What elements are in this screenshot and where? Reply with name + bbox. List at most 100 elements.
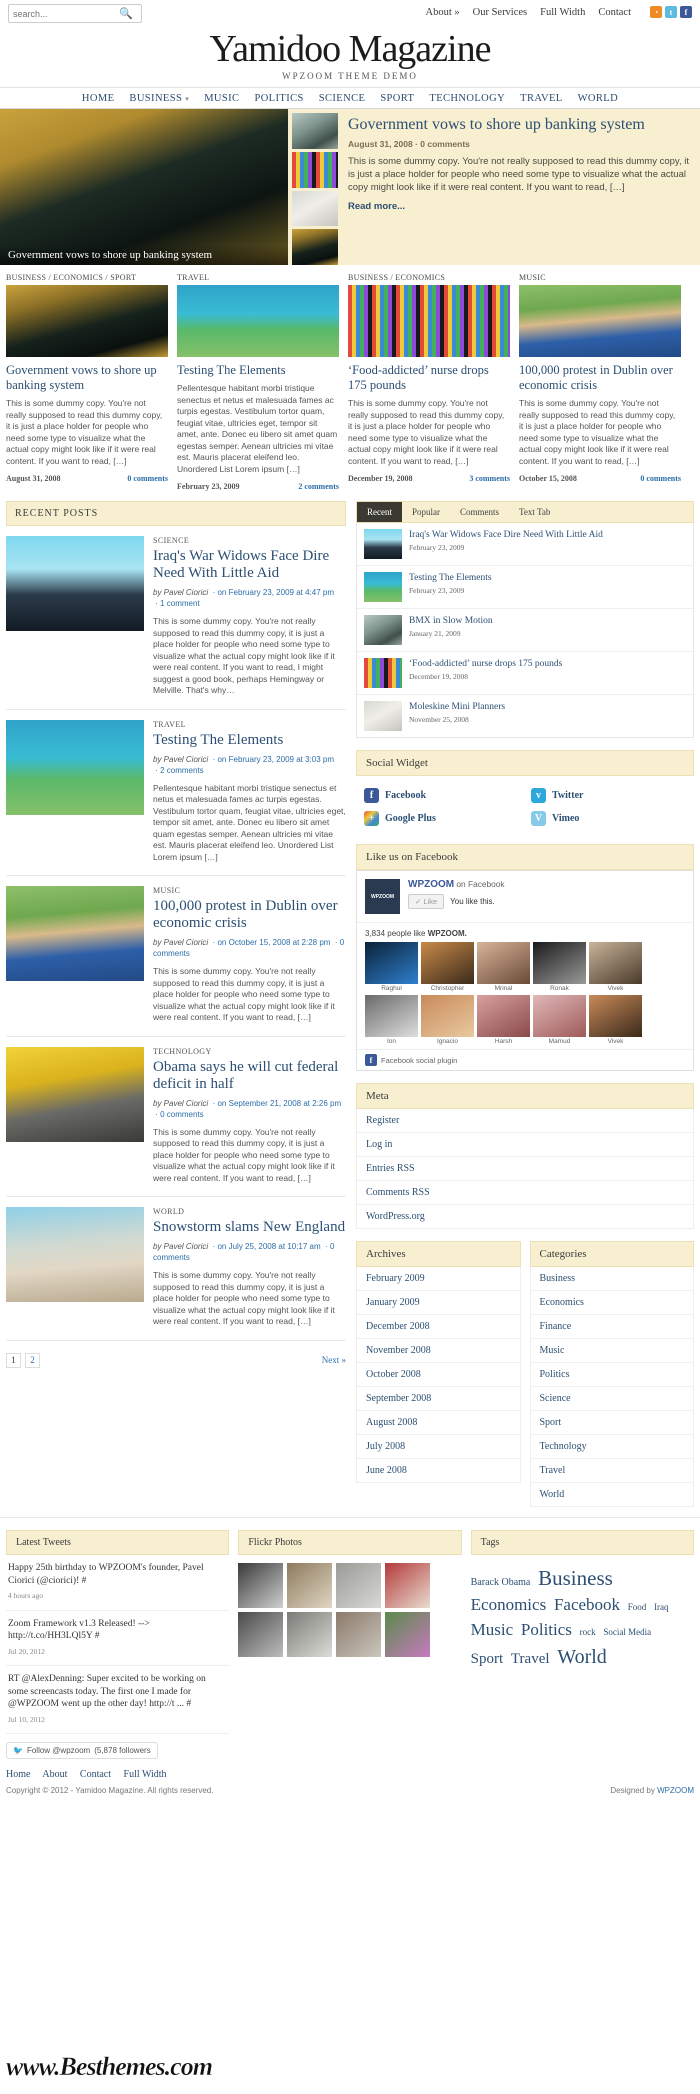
- category-link[interactable]: World: [531, 1483, 694, 1506]
- nav-world[interactable]: WORLD: [578, 93, 619, 104]
- search-icon[interactable]: 🔍: [119, 7, 133, 20]
- tag-link[interactable]: Music: [471, 1618, 514, 1643]
- facebook-icon[interactable]: f: [680, 6, 692, 18]
- archive-link[interactable]: July 2008: [357, 1435, 520, 1459]
- featured-read-more-link[interactable]: Read more...: [348, 201, 690, 212]
- tag-link[interactable]: Iraq: [654, 1601, 669, 1614]
- facebook-person[interactable]: Ion: [365, 995, 418, 1045]
- footer-nav-full-width[interactable]: Full Width: [124, 1769, 167, 1780]
- post-thumbnail[interactable]: [6, 536, 144, 631]
- archive-link[interactable]: August 2008: [357, 1411, 520, 1435]
- post-title[interactable]: Testing The Elements: [153, 732, 346, 749]
- category-link[interactable]: Finance: [530, 1315, 693, 1339]
- featured-image[interactable]: Government vows to shore up banking syst…: [0, 109, 288, 265]
- flickr-photo[interactable]: [385, 1563, 431, 1608]
- tag-link[interactable]: Business: [538, 1563, 613, 1593]
- meta-link-comments-rss[interactable]: Comments RSS: [357, 1181, 693, 1205]
- tweet-text[interactable]: Zoom Framework v1.3 Released! --> http:/…: [8, 1618, 227, 1643]
- search-box[interactable]: 🔍: [8, 4, 142, 23]
- tab-text-tab[interactable]: Text Tab: [509, 502, 560, 522]
- featured-thumb-2[interactable]: [292, 151, 338, 188]
- column-category[interactable]: TRAVEL: [177, 273, 339, 282]
- meta-link-login[interactable]: Log in: [357, 1133, 693, 1157]
- meta-link-entries-rss[interactable]: Entries RSS: [357, 1157, 693, 1181]
- page-2-button[interactable]: 2: [25, 1352, 40, 1368]
- next-page-link[interactable]: Next »: [322, 1355, 346, 1365]
- facebook-like-button[interactable]: ✓ Like: [408, 894, 445, 909]
- featured-title[interactable]: Government vows to shore up banking syst…: [348, 115, 690, 134]
- meta-link-register[interactable]: Register: [357, 1109, 693, 1133]
- post-author[interactable]: by Pavel Ciorici: [153, 588, 208, 597]
- post-thumbnail[interactable]: [6, 886, 144, 981]
- column-image[interactable]: [348, 285, 510, 357]
- category-link[interactable]: Business: [530, 1267, 693, 1291]
- list-item[interactable]: Moleskine Mini Planners November 25, 200…: [357, 695, 693, 737]
- post-thumbnail[interactable]: [6, 1207, 144, 1302]
- column-comments[interactable]: 3 comments: [469, 474, 510, 483]
- post-comments[interactable]: 2 comments: [160, 766, 204, 775]
- twitter-icon[interactable]: t: [665, 6, 677, 18]
- flickr-photo[interactable]: [336, 1563, 382, 1608]
- tag-link[interactable]: Politics: [521, 1618, 572, 1643]
- column-image[interactable]: [177, 285, 339, 357]
- tab-comments[interactable]: Comments: [450, 502, 509, 522]
- nav-business[interactable]: BUSINESS ▾: [129, 93, 189, 104]
- category-link[interactable]: Sport: [530, 1411, 693, 1435]
- item-title[interactable]: BMX in Slow Motion: [409, 615, 493, 627]
- post-thumbnail[interactable]: [6, 1046, 144, 1142]
- post-author[interactable]: by Pavel Ciorici: [153, 938, 208, 947]
- facebook-page-name[interactable]: WPZOOM: [408, 879, 454, 890]
- nav-music[interactable]: MUSIC: [204, 93, 239, 104]
- flickr-photo[interactable]: [287, 1563, 333, 1608]
- column-image[interactable]: [519, 285, 681, 357]
- list-item[interactable]: ‘Food-addicted’ nurse drops 175 pounds D…: [357, 652, 693, 695]
- post-title[interactable]: Obama says he will cut federal deficit i…: [153, 1059, 346, 1093]
- post-category[interactable]: TRAVEL: [153, 720, 346, 729]
- search-input[interactable]: [13, 8, 119, 19]
- post-category[interactable]: SCIENCE: [153, 536, 346, 545]
- tag-link[interactable]: Facebook: [554, 1593, 620, 1618]
- top-nav-full-width[interactable]: Full Width: [540, 7, 585, 18]
- column-image[interactable]: [6, 285, 168, 357]
- list-item[interactable]: Iraq's War Widows Face Dire Need With Li…: [357, 523, 693, 566]
- column-category[interactable]: BUSINESS / ECONOMICS: [348, 273, 510, 282]
- flickr-photo[interactable]: [385, 1612, 431, 1657]
- facebook-person[interactable]: Ronak: [533, 942, 586, 992]
- category-link[interactable]: Science: [530, 1387, 693, 1411]
- category-link[interactable]: Travel: [530, 1459, 693, 1483]
- item-title[interactable]: ‘Food-addicted’ nurse drops 175 pounds: [409, 658, 562, 670]
- archive-link[interactable]: September 2008: [357, 1387, 520, 1411]
- column-comments[interactable]: 2 comments: [298, 482, 339, 491]
- nav-science[interactable]: SCIENCE: [319, 93, 366, 104]
- facebook-person[interactable]: Ignacio: [421, 995, 474, 1045]
- tag-link[interactable]: Sport: [471, 1649, 504, 1671]
- column-title[interactable]: 100,000 protest in Dublin over economic …: [519, 363, 681, 393]
- footer-nav-about[interactable]: About: [42, 1769, 67, 1780]
- rss-icon[interactable]: ◔: [650, 6, 662, 18]
- post-comments[interactable]: 1 comment: [160, 599, 200, 608]
- flickr-photo[interactable]: [336, 1612, 382, 1657]
- nav-travel[interactable]: TRAVEL: [520, 93, 562, 104]
- column-comments[interactable]: 0 comments: [640, 474, 681, 483]
- column-category[interactable]: BUSINESS / ECONOMICS / SPORT: [6, 273, 168, 282]
- follow-button[interactable]: 🐦 Follow @wpzoom (5,878 followers: [6, 1742, 158, 1759]
- flickr-photo[interactable]: [238, 1612, 284, 1657]
- nav-home[interactable]: HOME: [82, 93, 115, 104]
- category-link[interactable]: Politics: [530, 1363, 693, 1387]
- top-nav-our-services[interactable]: Our Services: [473, 7, 528, 18]
- archive-link[interactable]: December 2008: [357, 1315, 520, 1339]
- tweet-text[interactable]: Happy 25th birthday to WPZOOM's founder,…: [8, 1562, 227, 1587]
- nav-technology[interactable]: TECHNOLOGY: [429, 93, 505, 104]
- category-link[interactable]: Economics: [530, 1291, 693, 1315]
- post-title[interactable]: Iraq's War Widows Face Dire Need With Li…: [153, 548, 346, 582]
- post-title[interactable]: Snowstorm slams New England: [153, 1219, 346, 1236]
- item-title[interactable]: Testing The Elements: [409, 572, 492, 584]
- post-comments[interactable]: 0 comments: [160, 1110, 204, 1119]
- nav-sport[interactable]: SPORT: [380, 93, 414, 104]
- column-category[interactable]: MUSIC: [519, 273, 681, 282]
- featured-thumb-1[interactable]: [292, 113, 338, 149]
- page-1-button[interactable]: 1: [6, 1352, 21, 1368]
- column-comments[interactable]: 0 comments: [127, 474, 168, 483]
- list-item[interactable]: BMX in Slow Motion January 21, 2009: [357, 609, 693, 652]
- item-title[interactable]: Moleskine Mini Planners: [409, 701, 505, 713]
